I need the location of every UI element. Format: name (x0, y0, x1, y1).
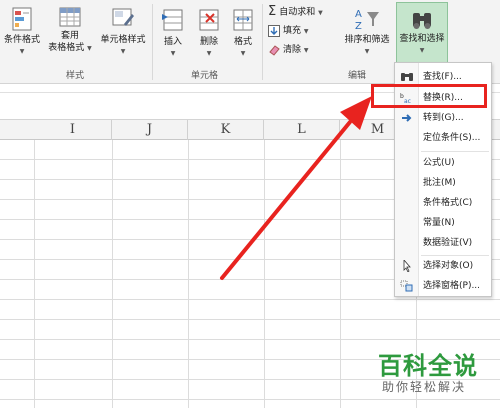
chevron-down-icon: ▼ (303, 47, 309, 54)
clear-label: 清除 (283, 45, 302, 55)
column-header-l[interactable]: L (264, 120, 340, 140)
sort-filter-button[interactable]: A Z 排序和筛选 ▼ (340, 6, 394, 56)
delete-button[interactable]: 删除 ▼ (192, 6, 226, 58)
chevron-down-icon: ▼ (303, 28, 309, 35)
conditional-format-button[interactable]: 条件格式 ▼ (0, 6, 44, 56)
editing-group-label: 编辑 (348, 71, 367, 81)
menu-item-label: 转到(G)... (423, 113, 464, 123)
format-button[interactable]: 格式 ▼ (228, 6, 258, 58)
menu-item-goto-special[interactable]: 定位条件(S)... (395, 128, 491, 148)
menu-item-label: 定位条件(S)... (423, 133, 481, 143)
fill-down-icon (268, 24, 280, 37)
chevron-down-icon: ▼ (419, 47, 425, 54)
column-header-k[interactable]: K (188, 120, 264, 140)
autosum-button[interactable]: Σ 自动求和 ▼ (268, 4, 323, 20)
grid-column-line (34, 140, 35, 408)
grid-column-line (340, 140, 341, 408)
format-as-table-label-2: 表格格式 ▼ (48, 43, 92, 53)
conditional-format-label: 条件格式 (3, 35, 40, 45)
eraser-icon (269, 44, 280, 56)
annotation-highlight-box (371, 84, 487, 108)
find-select-label: 查找和选择 (399, 34, 445, 44)
group-divider (152, 4, 153, 80)
sort-filter-icon: A Z (355, 9, 379, 32)
chevron-down-icon: ▼ (206, 50, 212, 57)
chevron-down-icon: ▼ (364, 48, 370, 55)
binoculars-icon (401, 73, 413, 81)
delete-label: 删除 (199, 37, 218, 47)
format-as-table-button[interactable]: 套用 表格格式 ▼ (46, 6, 94, 55)
autosum-label: 自动求和 (279, 7, 316, 18)
clear-button[interactable]: 清除 ▼ (268, 42, 309, 58)
cell-styles-label: 单元格样式 (100, 35, 146, 45)
menu-item-label: 选择窗格(P)... (423, 281, 481, 291)
chevron-down-icon: ▼ (170, 50, 176, 57)
grid-column-line (264, 140, 265, 408)
watermark-subtitle: 助你轻松解决 (382, 380, 467, 394)
sort-filter-label: 排序和筛选 (344, 35, 390, 45)
fill-label: 填充 (283, 26, 302, 36)
format-as-table-label-1: 套用 (60, 31, 79, 41)
watermark: 百科全说 助你轻松解决 (372, 346, 496, 402)
menu-item-selection-pane[interactable]: 选择窗格(P)... (395, 276, 491, 296)
selection-pane-icon (400, 280, 413, 292)
menu-item-formulas[interactable]: 公式(U) (395, 153, 491, 173)
format-label: 格式 (233, 37, 252, 47)
binoculars-icon (413, 13, 431, 29)
menu-item-goto[interactable]: 转到(G)... (395, 108, 491, 128)
cells-group-label: 单元格 (191, 71, 219, 81)
chevron-down-icon: ▼ (19, 48, 25, 55)
table-format-icon (59, 7, 81, 27)
sigma-icon: Σ (268, 4, 277, 19)
menu-item-label: 公式(U) (423, 158, 455, 168)
grid-column-line (112, 140, 113, 408)
insert-label: 插入 (163, 37, 182, 47)
menu-item-label: 数据验证(V) (423, 238, 473, 248)
column-header-i[interactable]: I (34, 120, 112, 140)
menu-item-conditional-format[interactable]: 条件格式(C) (395, 193, 491, 213)
conditional-format-icon (12, 7, 32, 31)
grid-row-line (0, 299, 500, 300)
chevron-down-icon: ▼ (120, 48, 126, 55)
delete-cells-icon (199, 9, 219, 31)
menu-item-label: 选择对象(O) (423, 261, 474, 271)
chevron-down-icon: ▼ (240, 50, 246, 57)
styles-group-label: 样式 (66, 71, 85, 81)
grid-row-line (0, 319, 500, 320)
arrow-right-icon (402, 114, 412, 122)
format-cells-icon (233, 9, 253, 31)
grid-column-line (188, 140, 189, 408)
cell-styles-button[interactable]: 单元格样式 ▼ (96, 6, 150, 56)
insert-button[interactable]: 插入 ▼ (156, 6, 190, 58)
group-divider (262, 4, 263, 80)
menu-separator (421, 151, 489, 152)
insert-cells-icon (162, 9, 183, 31)
menu-item-data-validation[interactable]: 数据验证(V) (395, 233, 491, 253)
menu-item-select-objects[interactable]: 选择对象(O) (395, 256, 491, 276)
menu-item-label: 条件格式(C) (423, 198, 473, 208)
menu-item-label: 常量(N) (423, 218, 455, 228)
menu-item-label: 批注(M) (423, 178, 456, 188)
watermark-title: 百科全说 (378, 352, 478, 380)
svg-text:Z: Z (355, 21, 362, 32)
menu-item-constants[interactable]: 常量(N) (395, 213, 491, 233)
menu-item-comments[interactable]: 批注(M) (395, 173, 491, 193)
grid-row-line (0, 339, 500, 340)
cell-styles-icon (112, 8, 134, 26)
chevron-down-icon: ▼ (318, 9, 323, 17)
cursor-arrow-icon (403, 260, 411, 272)
fill-button[interactable]: 填充 ▼ (268, 23, 309, 39)
find-select-button[interactable]: 查找和选择 ▼ (396, 2, 448, 64)
column-header-j[interactable]: J (112, 120, 188, 140)
svg-text:A: A (355, 9, 362, 20)
